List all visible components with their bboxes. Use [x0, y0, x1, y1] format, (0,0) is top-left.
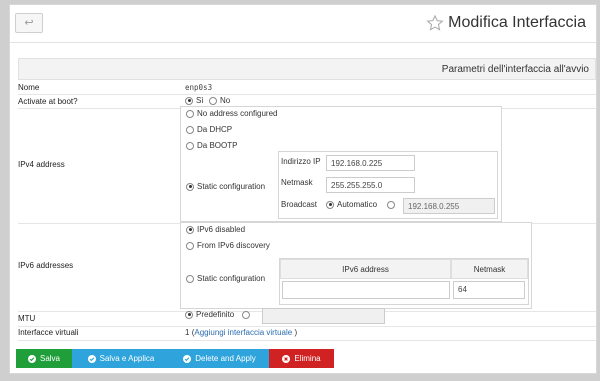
mtu-default-option[interactable]: Predefinito	[185, 310, 234, 319]
edit-interface-panel: ↩ Modifica Interfaccia Parametri dell'in…	[9, 4, 597, 374]
boot-yes-option[interactable]: Sì	[185, 96, 204, 105]
ipv4-static-label: Static configuration	[197, 182, 266, 191]
check-circle-icon	[27, 354, 36, 363]
ip-address-label: Indirizzo IP	[281, 157, 321, 166]
broadcast-label: Broadcast	[281, 200, 318, 209]
radio-selected-icon[interactable]	[186, 225, 194, 234]
close-circle-icon	[282, 354, 291, 363]
radio-icon[interactable]	[186, 274, 194, 283]
radio-icon[interactable]	[186, 241, 194, 250]
radio-selected-icon[interactable]	[185, 96, 193, 105]
ipv6-label: IPv6 addresses	[18, 261, 74, 270]
boot-label: Activate at boot?	[18, 97, 78, 106]
action-buttons: Salva Salva e Applica Delete and Apply E…	[16, 349, 334, 368]
ipv4-label: IPv4 address	[18, 160, 65, 169]
radio-selected-icon[interactable]	[186, 182, 194, 191]
save-button[interactable]: Salva	[16, 349, 72, 368]
interface-name-value: enp0s3	[185, 83, 213, 92]
virtual-interfaces-label: Interfacce virtuali	[18, 328, 79, 337]
back-button[interactable]: ↩	[15, 13, 43, 33]
ipv4-bootp-label: Da BOOTP	[197, 141, 238, 150]
section-header: Parametri dell'interfaccia all'avvio	[18, 58, 596, 80]
netmask-input[interactable]: 255.255.255.0	[326, 177, 415, 193]
top-bar: ↩ Modifica Interfaccia	[10, 5, 596, 43]
radio-icon[interactable]	[186, 109, 194, 118]
name-label: Nome	[18, 83, 40, 92]
check-circle-icon	[87, 354, 96, 363]
boot-yes-label: Sì	[196, 96, 204, 105]
broadcast-input[interactable]: 192.168.0.255	[403, 198, 495, 214]
radio-icon[interactable]	[209, 96, 217, 105]
ipv4-static-option[interactable]: Static configuration	[186, 182, 265, 191]
ipv6-address-header: IPv6 address	[280, 259, 451, 279]
boot-no-label: No	[220, 96, 231, 105]
ipv6-disabled-option[interactable]: IPv6 disabled	[186, 225, 245, 234]
delete-label: Elimina	[294, 354, 321, 363]
paren-close: )	[294, 328, 298, 337]
title-group: Modifica Interfaccia	[426, 14, 586, 32]
star-icon[interactable]	[426, 14, 444, 32]
ipv6-netmask-input[interactable]: 64	[453, 281, 525, 299]
radio-icon[interactable]	[242, 310, 250, 319]
ip-address-input[interactable]: 192.168.0.225	[326, 155, 415, 171]
divider	[18, 94, 596, 95]
radio-icon[interactable]	[186, 141, 194, 150]
delete-button[interactable]: Elimina	[269, 349, 334, 368]
delete-and-apply-button[interactable]: Delete and Apply	[170, 349, 269, 368]
ipv4-dhcp-label: Da DHCP	[197, 125, 233, 134]
page-title: Modifica Interfaccia	[448, 14, 586, 31]
section-title: Parametri dell'interfaccia all'avvio	[441, 64, 589, 75]
delete-and-apply-label: Delete and Apply	[195, 354, 256, 363]
mtu-default-label: Predefinito	[196, 310, 235, 319]
ipv6-discovery-option[interactable]: From IPv6 discovery	[186, 241, 270, 250]
check-circle-icon	[183, 354, 192, 363]
ipv4-dhcp-option[interactable]: Da DHCP	[186, 125, 232, 134]
ipv6-discovery-label: From IPv6 discovery	[197, 241, 270, 250]
netmask-label: Netmask	[281, 178, 313, 187]
virtual-interfaces-value: 1 (Aggiungi interfaccia virtuale )	[185, 328, 297, 337]
ipv4-none-label: No address configured	[197, 109, 278, 118]
ipv6-static-label: Static configuration	[197, 274, 266, 283]
radio-icon[interactable]	[186, 125, 194, 134]
ipv6-netmask-header: Netmask	[451, 259, 528, 279]
add-virtual-interface-link[interactable]: Aggiungi interfaccia virtuale	[194, 328, 292, 337]
radio-selected-icon[interactable]	[326, 200, 334, 209]
broadcast-auto-label: Automatico	[337, 200, 378, 209]
radio-icon[interactable]	[387, 200, 395, 209]
virtual-count: 1	[185, 328, 190, 337]
save-and-apply-label: Salva e Applica	[99, 354, 155, 363]
divider	[18, 340, 596, 341]
ipv6-address-input[interactable]	[282, 281, 450, 299]
broadcast-manual-option[interactable]	[387, 200, 398, 209]
divider	[18, 326, 596, 327]
boot-no-option[interactable]: No	[209, 96, 230, 105]
broadcast-auto-option[interactable]: Automatico	[326, 200, 377, 209]
ipv6-disabled-label: IPv6 disabled	[197, 225, 246, 234]
save-label: Salva	[39, 354, 60, 363]
ipv6-static-option[interactable]: Static configuration	[186, 274, 265, 283]
mtu-custom-option[interactable]	[242, 310, 253, 319]
save-and-apply-button[interactable]: Salva e Applica	[72, 349, 170, 368]
mtu-label: MTU	[18, 314, 36, 323]
ipv4-none-option[interactable]: No address configured	[186, 109, 278, 118]
mtu-input[interactable]	[262, 308, 385, 324]
radio-selected-icon[interactable]	[185, 310, 193, 319]
ipv4-bootp-option[interactable]: Da BOOTP	[186, 141, 237, 150]
